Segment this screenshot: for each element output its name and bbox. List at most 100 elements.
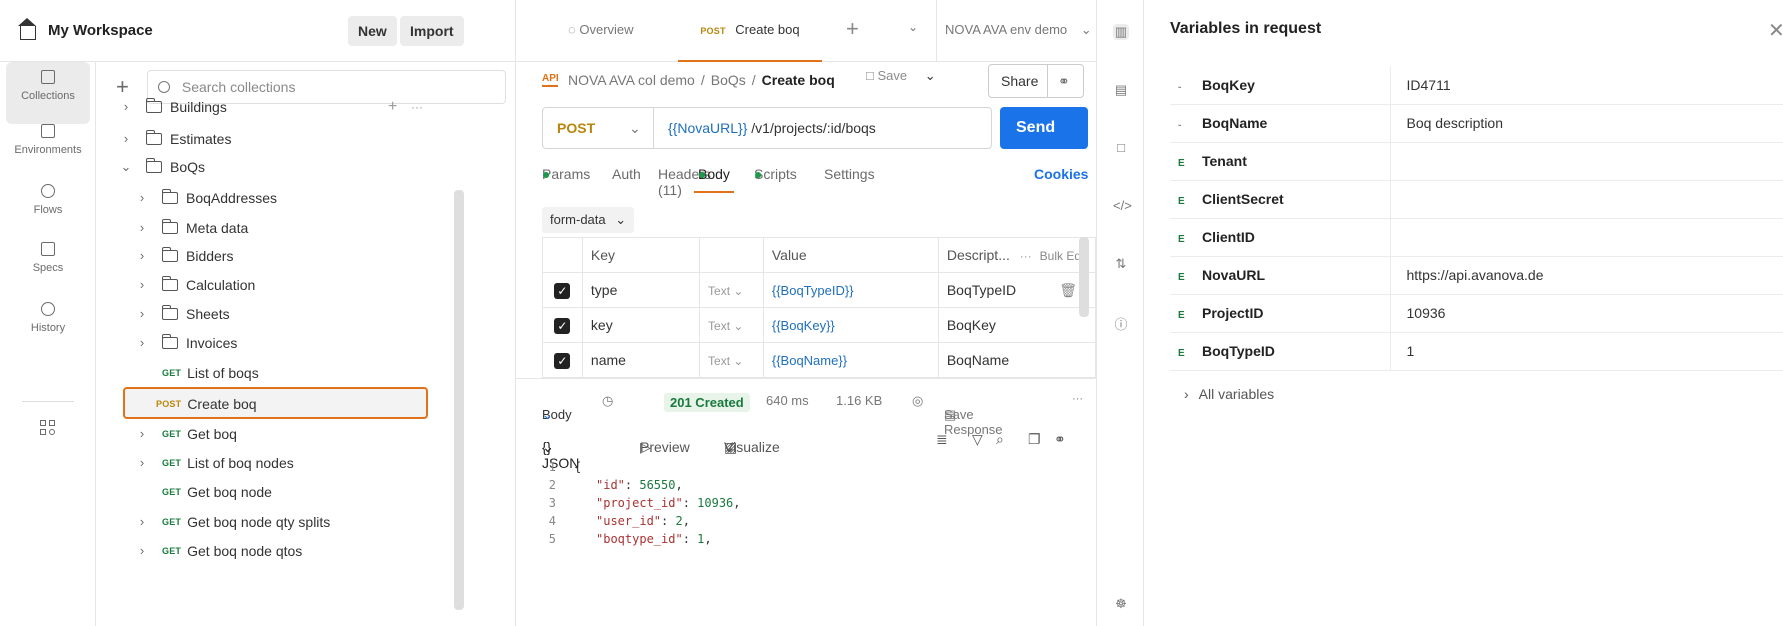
chevron-right-icon[interactable]: › (134, 277, 150, 292)
tree-folder-boqaddresses[interactable]: › BoqAddresses (134, 181, 277, 214)
tree-folder-boqs[interactable]: ⌄ BoQs (118, 150, 205, 183)
info-icon[interactable]: ⓘ (1113, 314, 1129, 332)
chevron-down-icon[interactable]: ⌄ (908, 20, 918, 34)
bootcamp-icon[interactable]: ☸ (1113, 596, 1129, 612)
new-button[interactable]: New (348, 16, 397, 46)
chevron-right-icon[interactable]: › (134, 455, 150, 470)
variable-row[interactable]: - BoqName Boq description (1170, 104, 1783, 143)
more-icon[interactable]: ··· (411, 100, 423, 114)
tree-folder-invoices[interactable]: › Invoices (134, 326, 237, 359)
breadcrumb-folder[interactable]: BoQs (711, 72, 746, 88)
wrap-lines-icon[interactable]: ≣ (936, 431, 948, 448)
param-key[interactable]: type (581, 272, 701, 308)
chevron-right-icon[interactable]: › (134, 190, 150, 205)
variable-value[interactable]: 10936 (1390, 294, 1783, 333)
variable-value[interactable]: Boq description (1390, 104, 1783, 143)
configure-sidebar-icon[interactable] (40, 420, 56, 436)
tree-request-get-boq-node[interactable]: GET Get boq node (162, 475, 272, 508)
tab-overview[interactable]: ◌ Overview (568, 22, 634, 37)
tree-request-create-boq[interactable]: POST Create boq (156, 387, 257, 420)
filter-icon[interactable]: ▽ (972, 431, 983, 448)
checkbox[interactable]: ✓ (554, 352, 571, 369)
variable-value[interactable] (1390, 180, 1783, 219)
related-icon[interactable]: ⇅ (1113, 256, 1129, 272)
more-icon[interactable]: ··· (1072, 393, 1083, 405)
more-icon[interactable]: ··· (1020, 249, 1032, 263)
variables-icon[interactable]: ▥ (1113, 24, 1129, 40)
copy-icon[interactable]: ❐ (1028, 431, 1041, 448)
trash-icon[interactable]: 🗑 (1059, 282, 1077, 299)
rail-item-flows[interactable]: Flows (6, 176, 90, 238)
rail-item-collections[interactable]: Collections (6, 62, 90, 124)
comments-icon[interactable]: □ (1113, 140, 1129, 156)
param-key[interactable]: key (581, 307, 701, 343)
tree-scrollbar[interactable] (454, 190, 464, 610)
chevron-right-icon[interactable]: › (134, 220, 150, 235)
cookies-link[interactable]: Cookies (1034, 166, 1088, 182)
variable-value[interactable]: https://api.avanova.de (1390, 256, 1783, 295)
type-select[interactable]: Text (708, 284, 730, 298)
param-value[interactable]: {{BoqKey}} (772, 318, 835, 333)
rail-item-history[interactable]: History (6, 294, 90, 356)
variable-value[interactable]: 1 (1390, 332, 1783, 371)
link-icon[interactable]: ⚭ (1047, 65, 1070, 97)
status-badge[interactable]: 201 Created (664, 393, 750, 412)
param-description[interactable]: BoqTypeID (947, 282, 1016, 298)
tree-request-get-boq-node-qtos[interactable]: › GET Get boq node qtos (134, 534, 302, 567)
environment-selector[interactable]: NOVA AVA env demo ⌄ (936, 0, 1096, 62)
chevron-right-icon[interactable]: › (134, 306, 150, 321)
tree-folder-buildings[interactable]: › Buildings + ··· (118, 90, 438, 123)
param-value[interactable]: {{BoqTypeID}} (772, 283, 854, 298)
type-select[interactable]: Text (708, 354, 730, 368)
workspace-title[interactable]: My Workspace (48, 22, 153, 39)
variable-row[interactable]: E NovaURL https://api.avanova.de (1170, 256, 1783, 295)
share-button[interactable]: Share ⚭ (988, 64, 1084, 98)
search-icon[interactable]: ⌕ (996, 431, 1004, 448)
chevron-right-icon[interactable]: › (134, 514, 150, 529)
documentation-icon[interactable]: ▤ (1113, 82, 1129, 98)
new-tab-icon[interactable]: + (846, 16, 859, 42)
checkbox[interactable]: ✓ (554, 282, 571, 299)
url-input[interactable]: {{NovaURL}} /v1/projects/:id/boqs (653, 107, 876, 149)
rail-item-environments[interactable]: Environments (6, 116, 90, 178)
body-scrollbar[interactable] (1079, 237, 1089, 317)
import-button[interactable]: Import (400, 16, 464, 46)
type-select[interactable]: Text (708, 319, 730, 333)
variable-value[interactable]: ID4711 (1390, 66, 1783, 105)
variable-value[interactable] (1390, 142, 1783, 181)
variable-row[interactable]: E ClientID (1170, 218, 1783, 257)
chevron-right-icon[interactable]: › (118, 99, 134, 114)
body-mode-select[interactable]: form-data ⌄ (542, 207, 635, 233)
variable-value[interactable] (1390, 218, 1783, 257)
history-icon[interactable]: ◷ (602, 393, 613, 409)
chevron-right-icon[interactable]: › (134, 543, 150, 558)
variable-row[interactable]: E ClientSecret (1170, 180, 1783, 219)
variable-row[interactable]: E Tenant (1170, 142, 1783, 181)
send-button[interactable]: Send ⌄ (1000, 107, 1088, 177)
chevron-right-icon[interactable]: › (118, 131, 134, 146)
link-icon[interactable]: ⚭ (1054, 431, 1066, 448)
add-icon[interactable]: + (388, 98, 397, 116)
variable-row[interactable]: - BoqKey ID4711 (1170, 66, 1783, 105)
tree-request-list-of-boqs[interactable]: GET List of boqs (162, 356, 259, 389)
tab-settings[interactable]: Settings (824, 166, 875, 182)
breadcrumb-current[interactable]: Create boq (762, 72, 835, 88)
breadcrumb-collection[interactable]: NOVA AVA col demo (568, 72, 695, 88)
all-variables-toggle[interactable]: › All variables (1184, 386, 1274, 402)
chevron-right-icon[interactable]: › (134, 335, 150, 350)
globe-icon[interactable]: ◎ (912, 393, 923, 409)
chevron-down-icon[interactable]: ⌄ (118, 159, 134, 175)
save-button[interactable]: □ Save ⌄ (866, 68, 936, 84)
method-select[interactable]: POST ⌄ (543, 120, 653, 137)
param-value[interactable]: {{BoqName}} (772, 353, 847, 368)
variable-row[interactable]: E ProjectID 10936 (1170, 294, 1783, 333)
variable-row[interactable]: E BoqTypeID 1 (1170, 332, 1783, 371)
tab-auth[interactable]: Auth (612, 166, 641, 182)
tab-create-boq[interactable]: POST Create boq (678, 0, 822, 62)
param-key[interactable]: name (581, 342, 701, 378)
close-icon[interactable]: ✕ (1768, 18, 1783, 43)
rail-item-specs[interactable]: Specs (6, 234, 90, 296)
param-description[interactable]: BoqName (947, 352, 1009, 368)
code-icon[interactable]: </> (1113, 198, 1132, 214)
chevron-down-icon[interactable]: ⌄ (925, 68, 936, 83)
